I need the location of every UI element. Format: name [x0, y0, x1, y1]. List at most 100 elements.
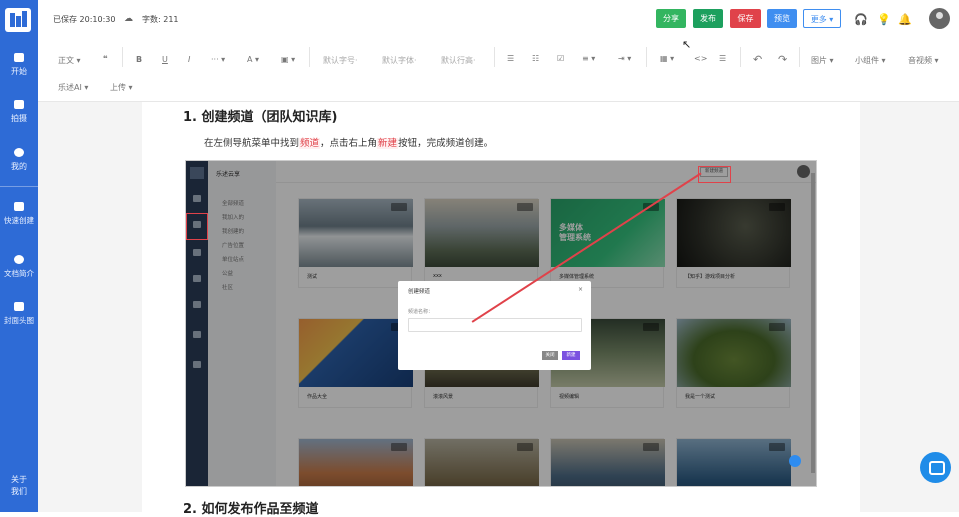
- sidebar-item-mine[interactable]: 我的: [0, 148, 38, 172]
- sidebar-item-start[interactable]: 开始: [0, 53, 38, 77]
- save-button[interactable]: 保存: [730, 9, 761, 28]
- chevron-down-icon: ▾: [829, 15, 834, 24]
- sidebar-item-label: 封面头图: [4, 316, 34, 325]
- app-logo[interactable]: [5, 8, 31, 32]
- toolbar-divider: [494, 47, 495, 67]
- camera-icon: [14, 100, 24, 109]
- publish-button[interactable]: 发布: [693, 9, 723, 28]
- about-label-1: 关于: [11, 475, 27, 484]
- sidebar-item-about[interactable]: 关于 我们: [0, 474, 38, 498]
- numbered-list-icon[interactable]: ☷: [532, 54, 539, 63]
- cloud-icon: [14, 53, 24, 62]
- indent-icon[interactable]: ⇥ ▾: [618, 54, 631, 63]
- cloud-sync-icon: ☁: [124, 14, 133, 24]
- shot-modal-label: 频道名称：: [408, 309, 434, 315]
- bulb-icon[interactable]: 💡: [877, 13, 891, 26]
- paragraph-text: 在左侧导航菜单中找到: [204, 138, 300, 149]
- chat-float-button[interactable]: [920, 452, 951, 483]
- shot-close-icon: ×: [577, 286, 583, 293]
- audio-video-select[interactable]: 音视频 ▾: [908, 55, 939, 66]
- sidebar: 开始 拍摄 我的 快速创建 文档简介 封面头图 关于 我们: [0, 0, 38, 512]
- font-family-select[interactable]: 默认字体·: [382, 55, 417, 66]
- preview-button[interactable]: 预览: [767, 9, 797, 28]
- ai-select[interactable]: 乐述AI ▾: [58, 82, 88, 93]
- editor-toolbar: [38, 40, 959, 102]
- redo-icon[interactable]: ↷: [778, 53, 787, 66]
- mouse-cursor-icon: ↖: [682, 38, 692, 51]
- bullet-list-icon[interactable]: ☰: [507, 54, 514, 63]
- toolbar-divider: [646, 47, 647, 67]
- highlight-new: 新建: [377, 138, 399, 149]
- heading-2: 2. 如何发布作品至频道: [183, 502, 319, 517]
- upload-label: 上传: [110, 83, 126, 92]
- sidebar-item-label: 开始: [11, 67, 27, 76]
- sidebar-item-cover[interactable]: 封面头图: [0, 302, 38, 326]
- shot-modal-ok: 新建: [562, 351, 580, 360]
- more-formats-icon[interactable]: ··· ▾: [211, 55, 225, 64]
- shot-create-channel-modal: 创建频道 × 频道名称： 关闭 新建: [398, 281, 591, 370]
- align-icon[interactable]: ≡ ▾: [582, 54, 595, 63]
- underline-icon[interactable]: U: [162, 55, 168, 64]
- sidebar-item-label: 拍摄: [11, 114, 27, 123]
- font-size-label: 默认字号: [323, 56, 355, 65]
- sidebar-item-quick-create[interactable]: 快速创建: [0, 202, 38, 226]
- toolbar-divider: [309, 47, 310, 67]
- user-icon: [14, 148, 24, 157]
- image-insert-label: 图片: [811, 56, 827, 65]
- paragraph: 在左侧导航菜单中找到频道，点击右上角新建按钮，完成频道创建。: [204, 135, 493, 149]
- italic-icon[interactable]: I: [188, 55, 190, 64]
- line-height-select[interactable]: 默认行高·: [441, 55, 476, 66]
- sidebar-item-label: 文档简介: [4, 269, 34, 278]
- avatar[interactable]: [929, 8, 950, 29]
- toolbar-divider: [799, 47, 800, 67]
- checklist-icon[interactable]: ☑: [557, 54, 564, 63]
- heading-1: 1. 创建频道（团队知识库): [183, 110, 338, 125]
- widget-label: 小组件: [855, 56, 879, 65]
- image-icon: [14, 302, 24, 311]
- code-icon[interactable]: <>: [694, 54, 707, 63]
- paragraph-text: 按钮，完成频道创建。: [398, 138, 494, 149]
- shot-modal-title: 创建频道: [408, 289, 431, 295]
- top-bar: 已保存 20:10:30 ☁ 字数: 211 分享 发布 保存 预览 更多 ▾ …: [38, 0, 959, 40]
- shot-channel-name-input: [408, 318, 582, 332]
- paragraph-style-label: 正文: [58, 56, 74, 65]
- image-insert-select[interactable]: 图片 ▾: [811, 55, 834, 66]
- shot-highlight-channel-nav: [186, 213, 208, 240]
- toolbar-divider: [122, 47, 123, 67]
- more-dropdown[interactable]: 更多 ▾: [803, 9, 841, 28]
- undo-icon[interactable]: ↶: [753, 53, 762, 66]
- bold-icon[interactable]: B: [136, 55, 142, 64]
- headset-icon[interactable]: 🎧: [854, 13, 868, 26]
- sidebar-item-label: 快速创建: [4, 216, 34, 225]
- shot-chat-icon: [789, 455, 801, 467]
- save-status: 已保存 20:10:30: [53, 15, 116, 24]
- shot-highlight-new-button: [698, 166, 731, 183]
- divider-line-icon[interactable]: ☰: [719, 54, 726, 63]
- share-button[interactable]: 分享: [656, 9, 686, 28]
- sidebar-item-doc-intro[interactable]: 文档简介: [0, 255, 38, 279]
- widget-select[interactable]: 小组件 ▾: [855, 55, 886, 66]
- bell-icon[interactable]: 🔔: [898, 13, 912, 26]
- audio-video-label: 音视频: [908, 56, 932, 65]
- embedded-screenshot[interactable]: 乐述云享 全部频道 我加入的 我创建的 广告位置 单位站点 公益 社区 新建频道…: [185, 160, 817, 487]
- shot-modal-cancel: 关闭: [542, 351, 558, 360]
- paragraph-text: ，点击右上角: [320, 138, 378, 149]
- upload-select[interactable]: 上传 ▾: [110, 82, 133, 93]
- quote-icon[interactable]: ❝: [103, 54, 108, 63]
- info-icon: [14, 255, 24, 264]
- highlight-color-icon[interactable]: ▣ ▾: [281, 55, 295, 64]
- font-size-select[interactable]: 默认字号·: [323, 55, 358, 66]
- ai-label: 乐述AI: [58, 83, 82, 92]
- sidebar-item-label: 我的: [11, 162, 27, 171]
- more-label: 更多: [810, 15, 827, 24]
- about-label-2: 我们: [11, 487, 27, 496]
- font-family-label: 默认字体: [382, 56, 414, 65]
- font-color-icon[interactable]: A ▾: [247, 55, 259, 64]
- paragraph-style-select[interactable]: 正文 ▾: [58, 55, 81, 66]
- table-icon[interactable]: ▦ ▾: [660, 54, 674, 63]
- word-count: 字数: 211: [142, 15, 179, 24]
- add-file-icon: [14, 202, 24, 211]
- sidebar-divider: [0, 186, 38, 187]
- sidebar-item-shoot[interactable]: 拍摄: [0, 100, 38, 124]
- highlight-channel: 频道: [299, 138, 321, 149]
